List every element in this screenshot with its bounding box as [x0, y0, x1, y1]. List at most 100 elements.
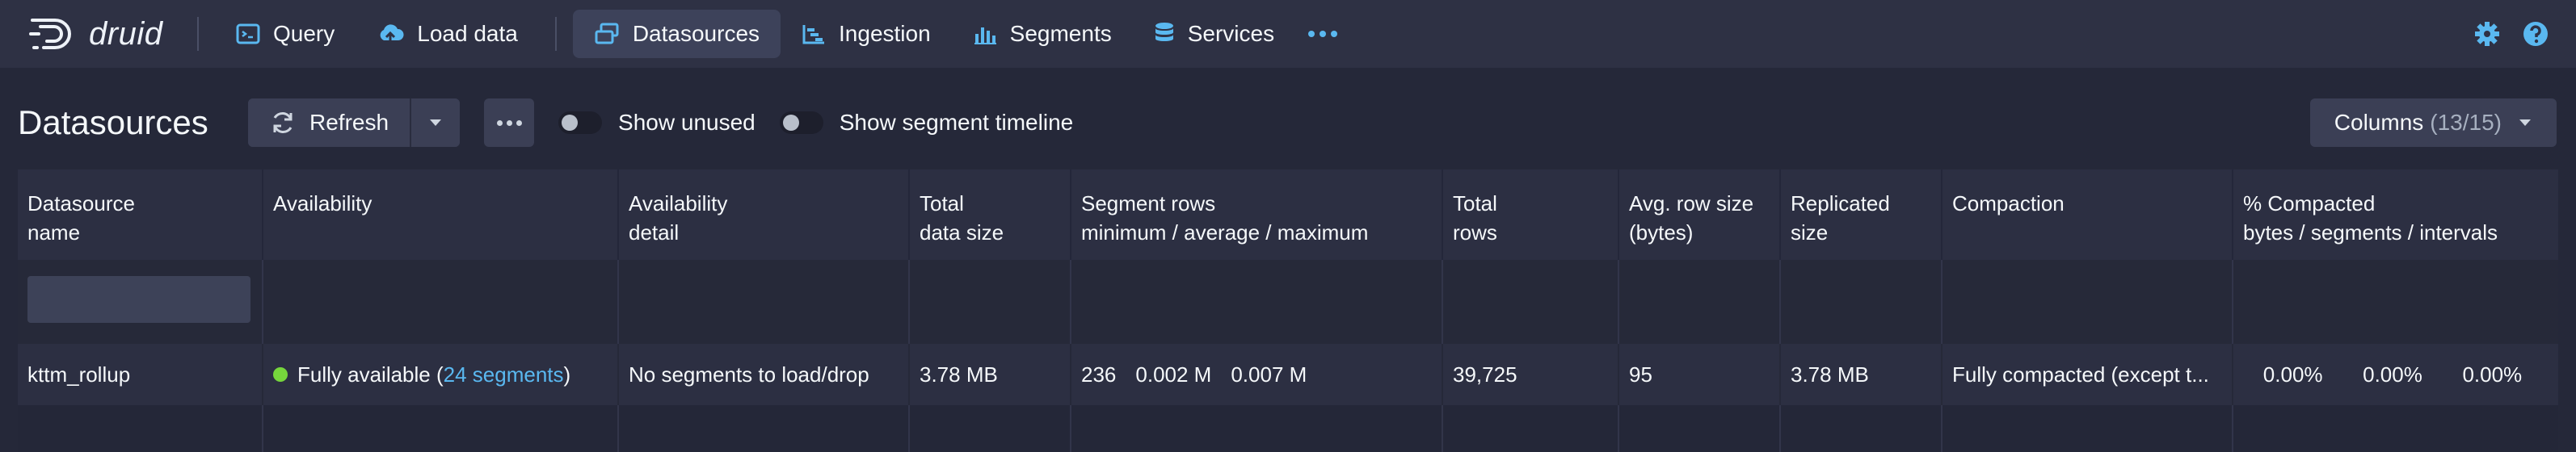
database-icon [1155, 23, 1173, 41]
top-navbar: druid Query Load data Datasources Ingest… [0, 0, 2576, 68]
nav-datasources-label: Datasources [632, 21, 760, 46]
header-total-data-size[interactable]: Total data size [910, 170, 1071, 260]
multi-select-icon [595, 23, 619, 44]
cloud-upload-icon [380, 24, 404, 44]
empty-cell [18, 405, 263, 452]
table-filter-row [18, 260, 2558, 344]
show-timeline-switch[interactable] [779, 111, 823, 134]
header-availability-detail[interactable]: Availability detail [619, 170, 910, 260]
filter-cell [1781, 260, 1943, 344]
nav-services[interactable]: Services [1133, 10, 1295, 58]
header-replicated-size[interactable]: Replicated size [1781, 170, 1943, 260]
empty-cell [263, 405, 619, 452]
refresh-icon [273, 112, 293, 133]
caret-down-icon [2519, 119, 2531, 126]
table-header: Datasource name Availability Availability… [18, 170, 2558, 260]
stacked-chart-icon [974, 27, 996, 44]
availability-suffix: ) [563, 362, 571, 387]
datasources-table: Datasource name Availability Availability… [18, 170, 2558, 452]
empty-cell [1619, 405, 1781, 452]
filter-cell [619, 260, 910, 344]
settings-gear-icon[interactable] [2474, 21, 2500, 47]
show-unused-label: Show unused [618, 110, 756, 135]
nav-more-menu-icon[interactable] [1308, 31, 1338, 37]
datasources-toolbar: Datasources Refresh Show unused Show seg… [0, 97, 2576, 149]
status-dot-icon [273, 367, 288, 382]
druid-logo-icon [29, 19, 71, 49]
nav-services-label: Services [1187, 21, 1275, 46]
nav-query[interactable]: Query [215, 10, 356, 58]
nav-divider [197, 17, 199, 51]
nav-load-data-label: Load data [417, 21, 518, 46]
table-empty-area [18, 405, 2558, 452]
nav-ingestion[interactable]: Ingestion [781, 10, 952, 58]
refresh-button-group: Refresh [248, 98, 461, 147]
druid-logo[interactable]: druid [27, 15, 181, 52]
nav-segments[interactable]: Segments [952, 10, 1133, 58]
cell-availability: Fully available ( 24 segments ) [263, 344, 619, 405]
filter-cell [2233, 260, 2558, 344]
empty-cell [1781, 405, 1943, 452]
code-block-icon [236, 23, 260, 44]
pct-compacted-intervals: 0.00% [2462, 362, 2523, 387]
header-total-rows[interactable]: Total rows [1443, 170, 1619, 260]
segment-rows-max: 0.007 M [1231, 362, 1307, 387]
show-timeline-label: Show segment timeline [839, 110, 1074, 135]
empty-cell [619, 405, 910, 452]
nav-divider-2 [554, 17, 557, 51]
cell-total-data-size: 3.78 MB [910, 344, 1071, 405]
header-datasource-name[interactable]: Datasource name [18, 170, 263, 260]
filter-cell [1071, 260, 1443, 344]
cell-percent-compacted: 0.00% 0.00% 0.00% [2233, 344, 2558, 405]
empty-cell [1443, 405, 1619, 452]
filter-cell [910, 260, 1071, 344]
nav-query-label: Query [273, 21, 335, 46]
cell-compaction[interactable]: Fully compacted (except t... [1943, 344, 2233, 405]
header-compaction[interactable]: Compaction [1943, 170, 2233, 260]
columns-count: (13/15) [2430, 110, 2502, 135]
empty-cell [1943, 405, 2233, 452]
logo-text: druid [89, 15, 163, 52]
header-avg-row-size[interactable]: Avg. row size (bytes) [1619, 170, 1781, 260]
nav-ingestion-label: Ingestion [839, 21, 931, 46]
cell-total-rows: 39,725 [1443, 344, 1619, 405]
cell-avg-row-size: 95 [1619, 344, 1781, 405]
nav-load-data[interactable]: Load data [356, 10, 539, 58]
header-segment-rows[interactable]: Segment rows minimum / average / maximum [1071, 170, 1443, 260]
columns-label: Columns [2334, 110, 2424, 135]
cell-segment-rows: 236 0.002 M 0.007 M [1071, 344, 1443, 405]
refresh-options-button[interactable] [410, 98, 461, 147]
gantt-chart-icon [802, 25, 825, 44]
refresh-label: Refresh [309, 110, 389, 135]
help-icon[interactable] [2523, 21, 2549, 47]
availability-text: Fully available ( [297, 362, 444, 387]
cell-replicated-size: 3.78 MB [1781, 344, 1943, 405]
segments-link[interactable]: 24 segments [444, 362, 564, 387]
empty-cell [2233, 405, 2558, 452]
empty-cell [1071, 405, 1443, 452]
table-row[interactable]: kttm_rollup Fully available ( 24 segment… [18, 344, 2558, 405]
columns-picker-button[interactable]: Columns (13/15) [2309, 98, 2557, 147]
filter-cell [1943, 260, 2233, 344]
pct-compacted-segments: 0.00% [2363, 362, 2422, 387]
nav-datasources[interactable]: Datasources [572, 10, 781, 58]
show-unused-toggle[interactable]: Show unused [558, 110, 756, 136]
datasource-name-filter-input[interactable] [27, 276, 250, 323]
filter-cell-name [18, 260, 263, 344]
show-timeline-toggle[interactable]: Show segment timeline [779, 110, 1074, 136]
caret-down-icon [430, 119, 442, 126]
filter-cell [263, 260, 619, 344]
header-availability[interactable]: Availability [263, 170, 619, 260]
show-unused-switch[interactable] [558, 111, 603, 134]
refresh-button[interactable]: Refresh [248, 98, 410, 147]
segment-rows-avg: 0.002 M [1135, 362, 1212, 387]
filter-cell [1443, 260, 1619, 344]
segment-rows-min: 236 [1081, 362, 1117, 387]
nav-segments-label: Segments [1009, 21, 1112, 46]
cell-datasource-name[interactable]: kttm_rollup [18, 344, 263, 405]
header-percent-compacted[interactable]: % Compacted bytes / segments / intervals [2233, 170, 2558, 260]
more-actions-button[interactable] [484, 98, 535, 147]
empty-cell [910, 405, 1071, 452]
page-title: Datasources [18, 103, 208, 141]
filter-cell [1619, 260, 1781, 344]
